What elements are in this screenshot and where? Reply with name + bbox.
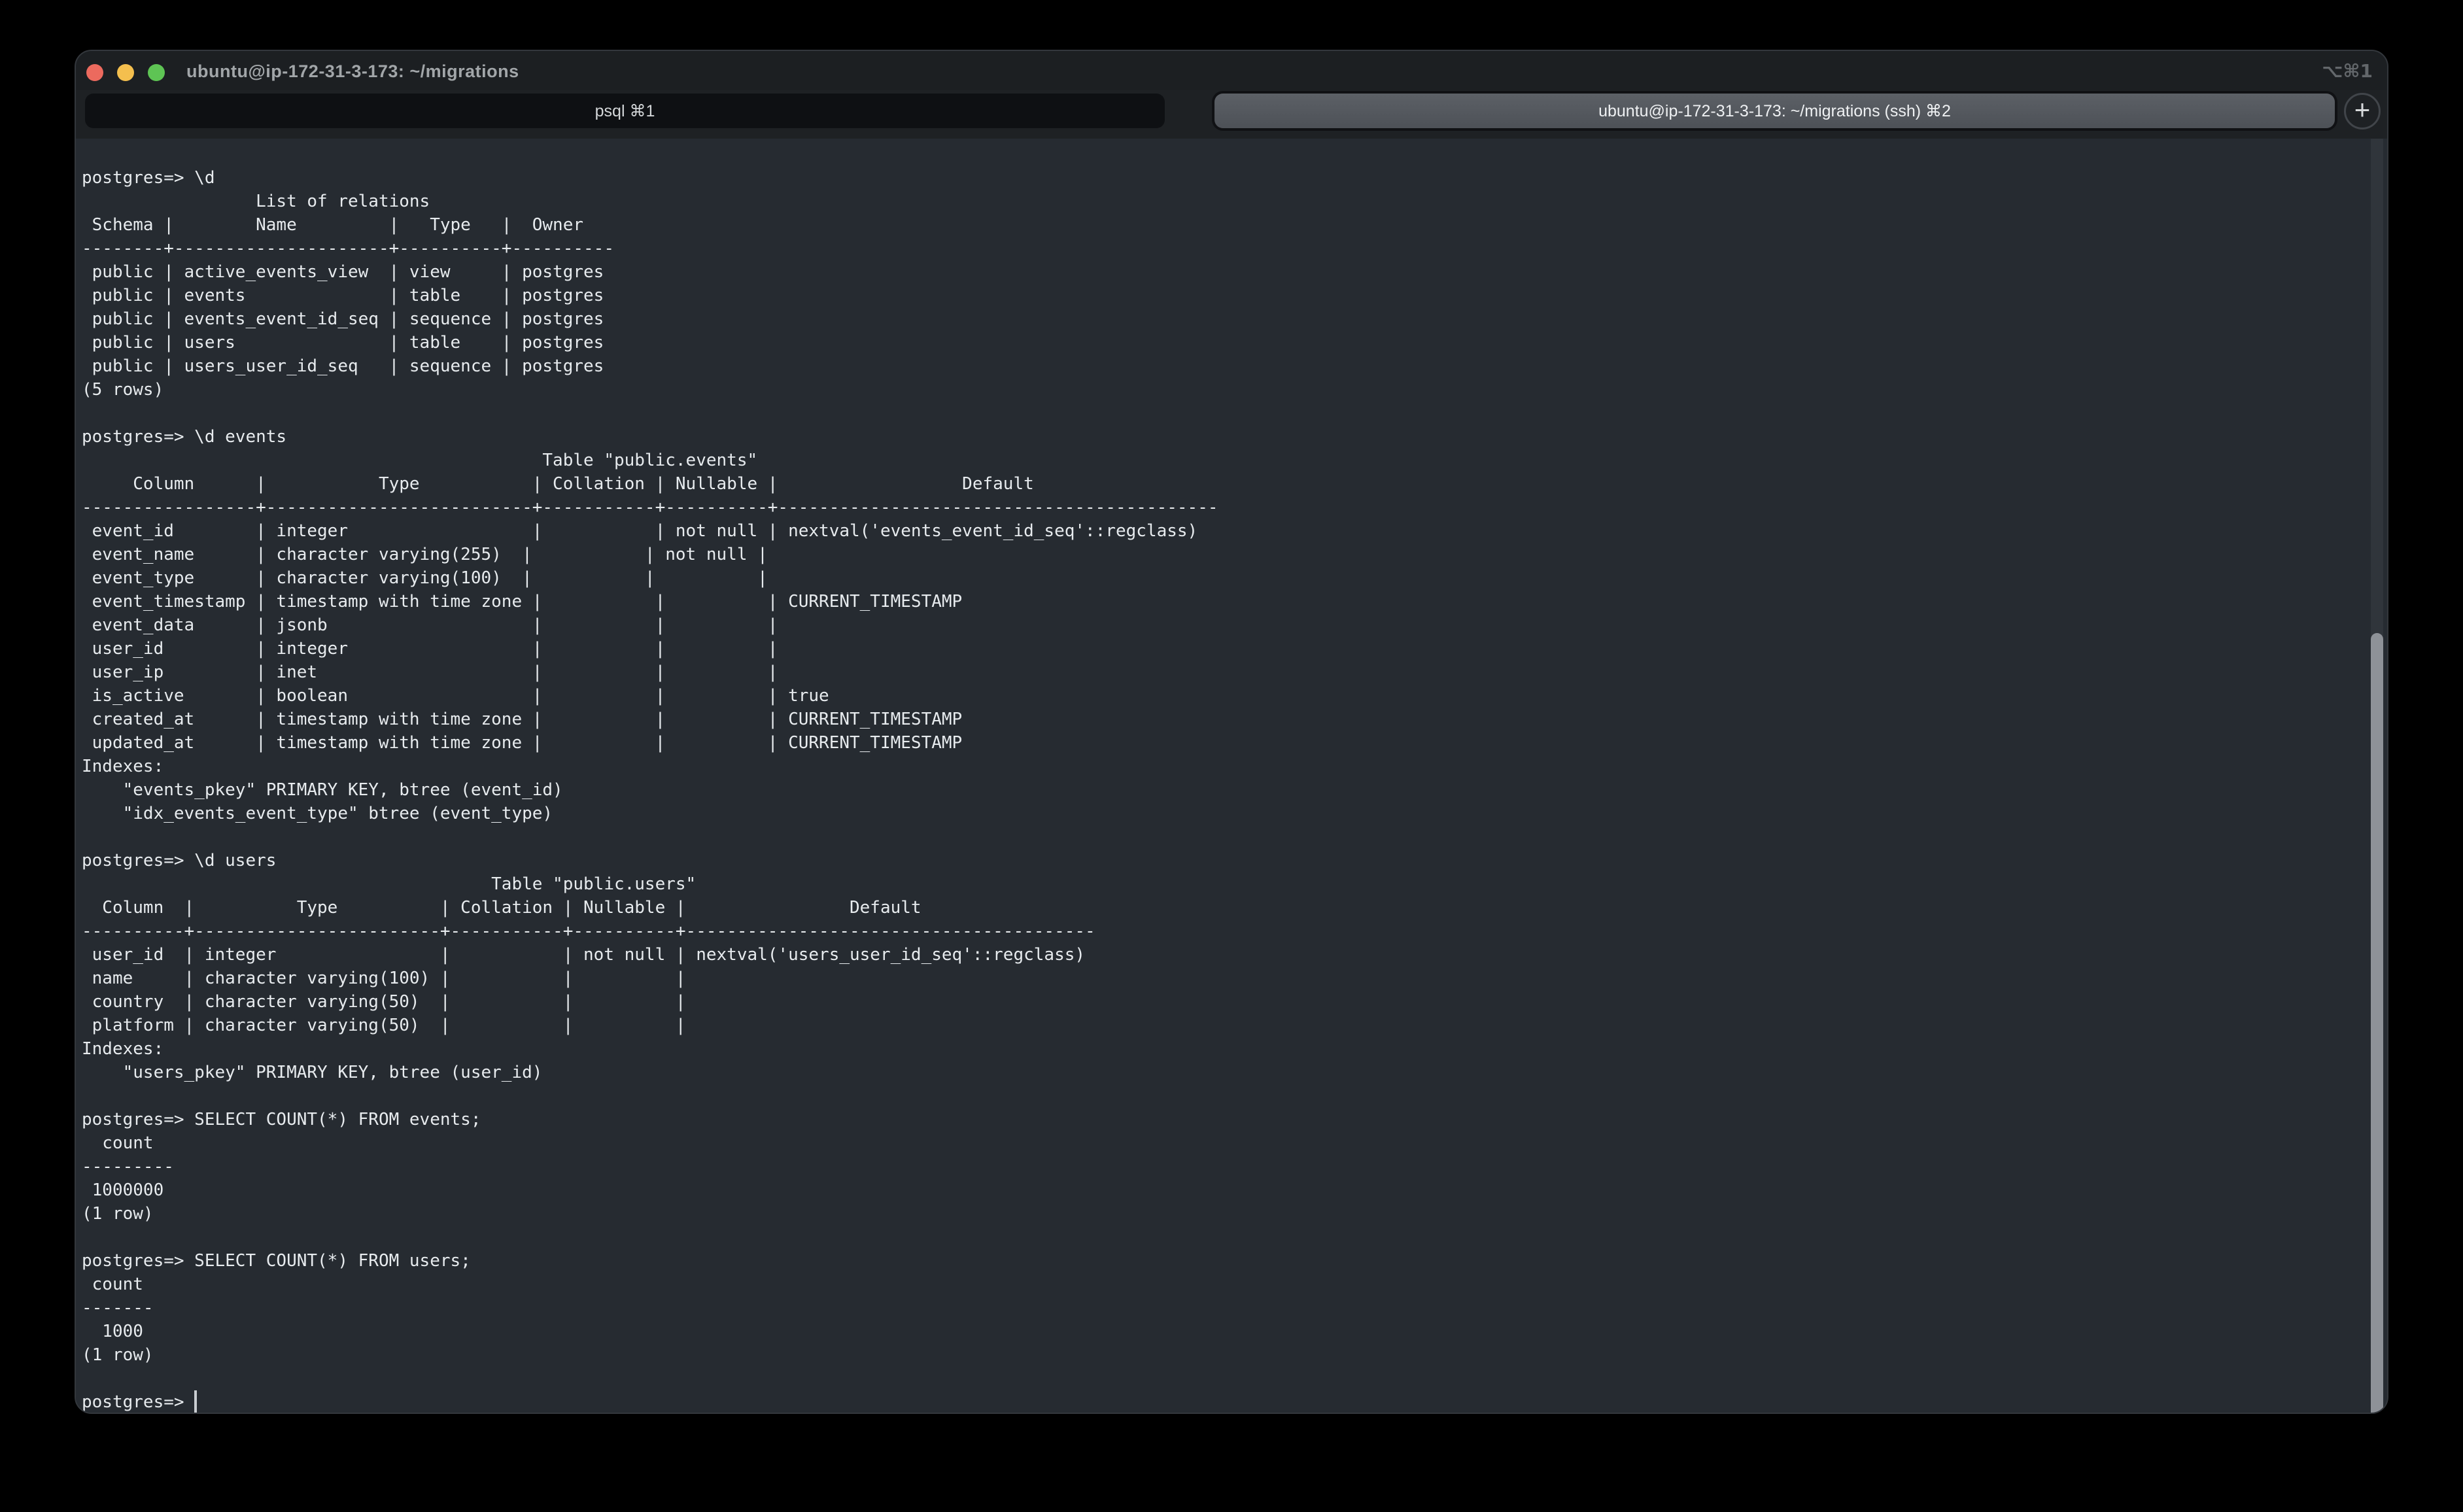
tab-ssh-migrations-label: ubuntu@ip-172-31-3-173: ~/migrations (ss… [1598,101,1951,121]
window-shortcut-badge: ⌥⌘1 [2322,51,2373,90]
tab-psql[interactable]: psql ⌘1 [85,94,1165,128]
zoom-button[interactable] [148,64,165,81]
terminal-window: ubuntu@ip-172-31-3-173: ~/migrations ⌥⌘1… [75,50,2388,1414]
tab-bar: psql ⌘1 ubuntu@ip-172-31-3-173: ~/migrat… [76,90,2387,139]
tab-psql-label: psql ⌘1 [595,101,655,121]
new-tab-button[interactable]: + [2344,93,2381,129]
terminal-cursor [194,1390,197,1413]
close-button[interactable] [86,64,103,81]
scrollbar-thumb[interactable] [2371,633,2383,1413]
tab-ssh-migrations[interactable]: ubuntu@ip-172-31-3-173: ~/migrations (ss… [1214,94,2335,128]
minimize-button[interactable] [117,64,134,81]
window-title: ubuntu@ip-172-31-3-173: ~/migrations [186,51,519,90]
terminal-content-area[interactable]: postgres=> \d List of relations Schema |… [76,139,2387,1413]
terminal-output: postgres=> \d List of relations Schema |… [76,139,2387,1413]
title-bar: ubuntu@ip-172-31-3-173: ~/migrations ⌥⌘1 [76,51,2387,90]
